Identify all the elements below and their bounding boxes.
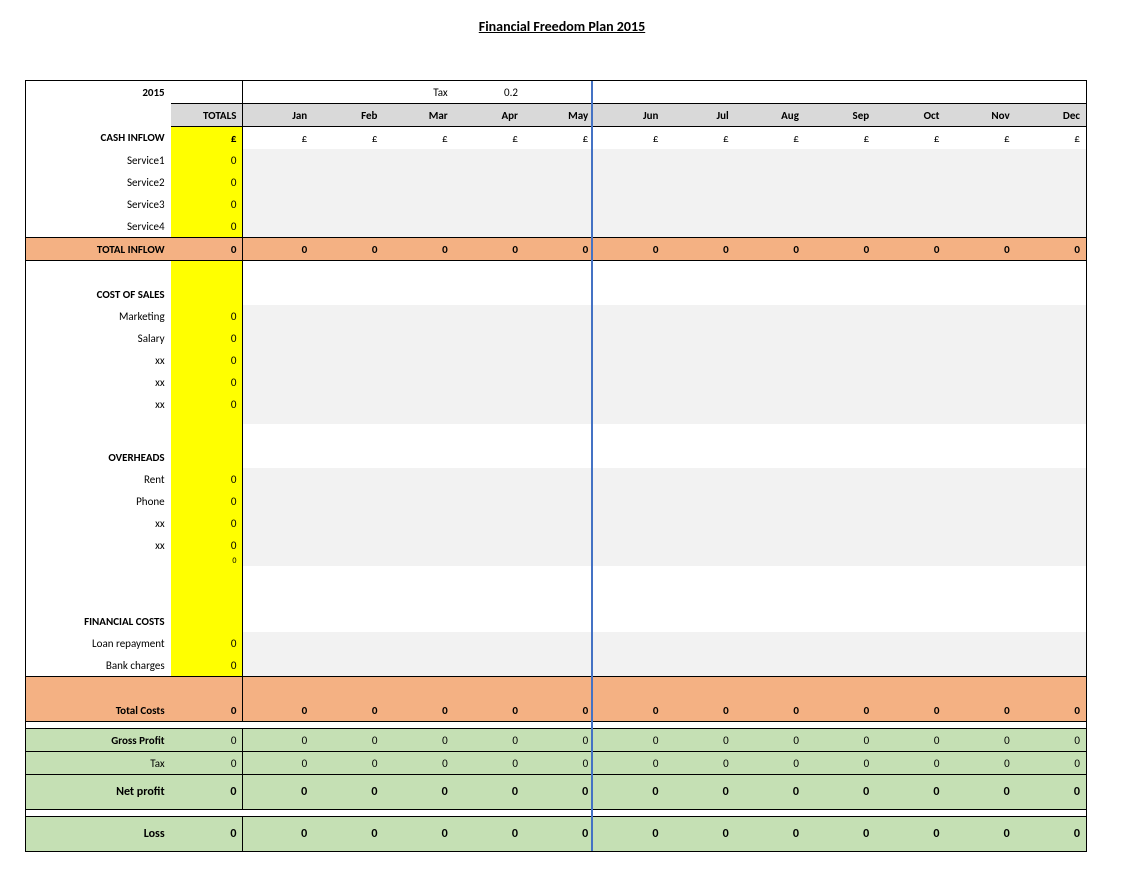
page-title: Financial Freedom Plan 2015 <box>25 18 1099 35</box>
plan-table: 2015Tax0.2TOTALSJanFebMarAprMayJunJulAug… <box>25 80 1087 852</box>
